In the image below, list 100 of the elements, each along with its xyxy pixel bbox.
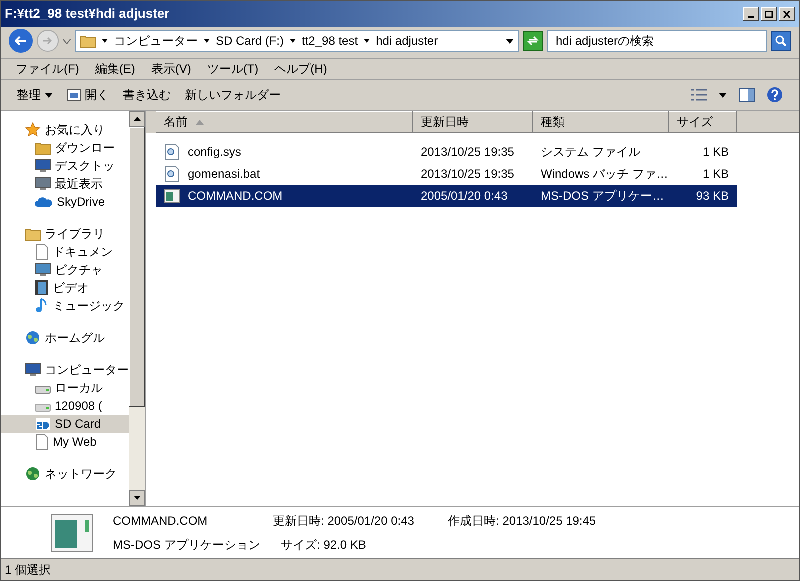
size-cell-text: 1 KB [702, 144, 730, 161]
application-icon [51, 514, 93, 552]
detail-filename: COMMAND.COM [113, 512, 209, 530]
close-button[interactable] [779, 7, 795, 21]
file-name: COMMAND.COM [188, 188, 283, 205]
address-bar[interactable]: コンピューター SD Card (F:) tt2_98 test hdi adjuster [75, 30, 519, 52]
breadcrumb-item[interactable]: hdi adjuster [376, 32, 438, 50]
detail-created: 作成日時: 2013/10/25 19:45 [448, 512, 596, 530]
file-row[interactable]: config.sys 2013/10/25 19:35 システム ファイル 1 KB [156, 141, 737, 163]
sidebar-item[interactable]: ビデオ [1, 279, 129, 297]
breadcrumb-item[interactable]: コンピューター [114, 32, 198, 50]
sidebar-item[interactable]: ミュージック [1, 297, 129, 315]
document-icon [35, 434, 49, 450]
toolbar-button[interactable]: 整理 [17, 86, 53, 104]
sidebar-item[interactable]: ダウンロー [1, 139, 129, 157]
caret-icon [204, 39, 210, 43]
close-icon [783, 10, 791, 18]
menu-item[interactable]: 編集(E) [88, 60, 142, 78]
file-row[interactable]: gomenasi.bat 2013/10/25 19:35 Windows バッチ ファ… 1 KB [156, 163, 737, 185]
menu-item[interactable]: ファイル(F) [9, 60, 86, 78]
back-button[interactable] [9, 29, 33, 53]
detail-size: サイズ: 92.0 KB [280, 536, 368, 554]
caret-icon [719, 92, 727, 98]
globe-icon [25, 466, 41, 482]
star-icon [25, 122, 41, 138]
pane-icon [739, 88, 755, 102]
detail-modified: 更新日時: 2005/01/20 0:43 [273, 512, 416, 530]
globe-icon [25, 330, 41, 346]
maximize-button[interactable] [761, 7, 777, 21]
monitor-icon [25, 363, 41, 377]
toolbar-button[interactable]: 新しいフォルダー [185, 86, 281, 104]
sidebar-item[interactable]: ローカル [1, 379, 129, 397]
search-button[interactable] [771, 31, 791, 51]
help-button[interactable] [767, 87, 783, 103]
view-options-button[interactable] [691, 89, 727, 101]
back-arrow-icon [15, 36, 27, 46]
column-header[interactable]: 種類 [533, 111, 669, 133]
dropdown-caret-icon [506, 38, 514, 44]
film-icon [35, 280, 49, 296]
menu-item[interactable]: 表示(V) [144, 60, 198, 78]
sidebar-item[interactable]: My Web [1, 433, 129, 451]
sidebar-item[interactable]: SD Card [1, 415, 129, 433]
monitor-icon [35, 159, 51, 173]
date-cell-text: 2013/10/25 19:35 [420, 166, 516, 183]
date-cell-text: 2013/10/25 19:35 [420, 144, 516, 161]
column-header[interactable]: 名前 [156, 111, 413, 133]
sd-card-icon [35, 416, 51, 432]
breadcrumb-item[interactable]: tt2_98 test [302, 32, 358, 50]
type-cell-text: Windows バッチ ファ… [540, 166, 669, 183]
type-cell-text: システム ファイル [540, 144, 642, 161]
sidebar-group[interactable]: コンピューター [1, 361, 129, 379]
monitor-icon [35, 263, 51, 277]
caret-icon [63, 38, 71, 44]
column-header[interactable]: 更新日時 [413, 111, 533, 133]
refresh-icon [527, 36, 539, 46]
cloud-icon [35, 196, 53, 208]
type-cell-text: MS-DOS アプリケー… [540, 188, 666, 205]
refresh-button[interactable] [523, 31, 543, 51]
search-field[interactable]: hdi adjusterの検索 [547, 30, 767, 52]
caret-icon [364, 39, 370, 43]
caret-icon [45, 92, 53, 98]
caret-icon [290, 39, 296, 43]
monitor-icon [35, 177, 51, 191]
folder-icon [80, 34, 96, 48]
search-icon [775, 35, 787, 47]
menu-item[interactable]: ヘルプ(H) [268, 60, 334, 78]
file-row[interactable]: COMMAND.COM 2005/01/20 0:43 MS-DOS アプリケー… 93 KB [156, 185, 737, 207]
size-cell-text: 1 KB [702, 166, 730, 183]
folder-icon [35, 141, 51, 155]
sidebar-item[interactable]: ドキュメン [1, 243, 129, 261]
application-icon [164, 189, 180, 203]
preview-pane-button[interactable] [739, 88, 755, 102]
folder-icon [25, 227, 41, 241]
window-icon [67, 89, 81, 101]
scrollbar[interactable] [129, 111, 145, 506]
status-text: 1 個選択 [5, 562, 52, 578]
date-cell-text: 2005/01/20 0:43 [420, 188, 509, 205]
sidebar-item[interactable]: 最近表示 [1, 175, 129, 193]
column-header[interactable]: サイズ [669, 111, 737, 133]
sidebar-group[interactable]: ネットワーク [1, 465, 129, 483]
file-name: config.sys [188, 144, 242, 161]
toolbar-button[interactable]: 開く [67, 86, 109, 104]
sidebar-item[interactable]: 120908 ( [1, 397, 129, 415]
forward-arrow-icon [43, 37, 53, 45]
sidebar-group[interactable]: ライブラリ [1, 225, 129, 243]
breadcrumb-item[interactable]: SD Card (F:) [216, 32, 284, 50]
toolbar-button[interactable]: 書き込む [123, 86, 171, 104]
window-title: F:¥tt2_98 test¥hdi adjuster [5, 5, 170, 24]
sidebar-item[interactable]: デスクトッ [1, 157, 129, 175]
sidebar-item[interactable]: SkyDrive [1, 193, 129, 211]
maximize-icon [765, 10, 773, 18]
sidebar-item[interactable]: ピクチャ [1, 261, 129, 279]
sidebar-group[interactable]: ホームグル [1, 329, 129, 347]
minimize-button[interactable] [743, 7, 759, 21]
settings-file-icon [164, 144, 180, 160]
document-icon [35, 244, 49, 260]
scroll-down-icon [134, 496, 140, 500]
help-icon [767, 87, 783, 103]
sidebar-group[interactable]: お気に入り [1, 121, 129, 139]
menu-item[interactable]: ツール(T) [200, 60, 266, 78]
